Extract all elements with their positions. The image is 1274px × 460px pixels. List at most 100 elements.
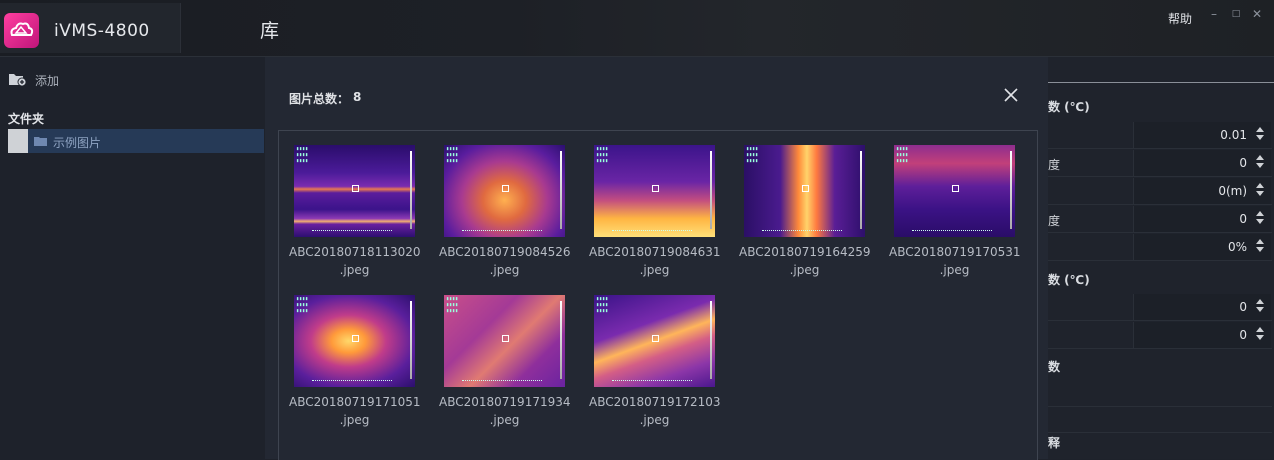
image-filename-ext: .jpeg	[789, 263, 820, 277]
folder-item-label: 示例图片	[53, 136, 102, 150]
minimize-icon[interactable]: –	[1206, 6, 1222, 22]
panel-divider	[1048, 82, 1274, 83]
temperature-scale-bar	[710, 301, 712, 379]
page-title: 库	[260, 20, 280, 42]
parameter-value: 0	[1239, 328, 1247, 342]
parameter-value: 0	[1239, 156, 1247, 170]
measurement-point-icon	[352, 335, 359, 342]
section-title-2: 数 (℃)	[1048, 273, 1090, 287]
image-filename: ABC20180719084526 .jpeg	[439, 243, 571, 279]
spin-arrows-icon[interactable]	[1255, 237, 1265, 257]
parameter-value: 0(m)	[1218, 184, 1247, 198]
image-filename: ABC20180719164259 .jpeg	[739, 243, 871, 279]
temperature-scale-bar	[410, 301, 412, 379]
measurement-point-icon	[952, 185, 959, 192]
parameter-spinbox[interactable]: 0%	[1133, 234, 1271, 260]
temperature-scale-bar	[560, 301, 562, 379]
help-link[interactable]: 帮助	[1168, 10, 1192, 27]
thermal-hud-overlay: ▮▮▮▮ ▮▮▮▮ ▮▮▮▮	[746, 146, 759, 164]
section-title-1: 数 (℃)	[1048, 100, 1090, 114]
thermal-info-strip	[312, 380, 392, 384]
thermal-hud-overlay: ▮▮▮▮ ▮▮▮▮ ▮▮▮▮	[896, 146, 909, 164]
app-name: iVMS-4800	[54, 21, 150, 41]
parameter-row	[1048, 406, 1272, 433]
spin-arrows-icon[interactable]	[1255, 153, 1265, 173]
thermal-info-strip	[312, 230, 392, 234]
app-logo-icon	[4, 13, 39, 48]
parameter-spinbox[interactable]: 0	[1133, 206, 1271, 232]
parameter-spinbox[interactable]: 0(m)	[1133, 178, 1271, 204]
thermal-image-thumbnail[interactable]: ▮▮▮▮ ▮▮▮▮ ▮▮▮▮	[894, 145, 1015, 237]
image-thumbnail-card[interactable]: ▮▮▮▮ ▮▮▮▮ ▮▮▮▮ ABC20180719172103 .jpeg	[589, 295, 721, 435]
image-filename-base: ABC20180719084631	[589, 245, 721, 259]
thermal-image-thumbnail[interactable]: ▮▮▮▮ ▮▮▮▮ ▮▮▮▮	[744, 145, 865, 237]
section-title-3: 数	[1048, 360, 1061, 374]
thermal-hud-overlay: ▮▮▮▮ ▮▮▮▮ ▮▮▮▮	[296, 296, 309, 314]
measurement-point-icon	[802, 185, 809, 192]
image-filename-ext: .jpeg	[939, 263, 970, 277]
image-thumbnail-card[interactable]: ▮▮▮▮ ▮▮▮▮ ▮▮▮▮ ABC20180719171934 .jpeg	[439, 295, 571, 435]
thermal-info-strip	[912, 230, 992, 234]
image-thumbnail-card[interactable]: ▮▮▮▮ ▮▮▮▮ ▮▮▮▮ ABC20180719084631 .jpeg	[589, 145, 721, 285]
parameter-value: 0	[1239, 212, 1247, 226]
image-filename-base: ABC20180719084526	[439, 245, 571, 259]
close-icon[interactable]	[1002, 86, 1020, 104]
folder-heading: 文件夹	[8, 112, 45, 126]
title-bar: iVMS-4800 库 帮助 – □ ✕	[0, 0, 1274, 57]
thermal-image-thumbnail[interactable]: ▮▮▮▮ ▮▮▮▮ ▮▮▮▮	[444, 145, 565, 237]
image-filename-base: ABC20180718113020	[289, 245, 421, 259]
measurement-point-icon	[652, 335, 659, 342]
thermal-image-thumbnail[interactable]: ▮▮▮▮ ▮▮▮▮ ▮▮▮▮	[594, 295, 715, 387]
folder-checkbox[interactable]	[8, 129, 28, 153]
image-filename-base: ABC20180719172103	[589, 395, 721, 409]
thermal-hud-overlay: ▮▮▮▮ ▮▮▮▮ ▮▮▮▮	[596, 296, 609, 314]
image-thumbnail-card[interactable]: ▮▮▮▮ ▮▮▮▮ ▮▮▮▮ ABC20180719164259 .jpeg	[739, 145, 871, 285]
image-thumbnail-card[interactable]: ▮▮▮▮ ▮▮▮▮ ▮▮▮▮ ABC20180718113020 .jpeg	[289, 145, 421, 285]
image-filename: ABC20180718113020 .jpeg	[289, 243, 421, 279]
image-filename: ABC20180719170531 .jpeg	[889, 243, 1021, 279]
image-filename-base: ABC20180719171934	[439, 395, 571, 409]
thermal-hud-overlay: ▮▮▮▮ ▮▮▮▮ ▮▮▮▮	[596, 146, 609, 164]
parameter-row: 0%	[1048, 234, 1272, 261]
parameter-label: 度	[1048, 158, 1061, 172]
image-filename-ext: .jpeg	[639, 263, 670, 277]
image-filename-ext: .jpeg	[339, 413, 370, 427]
thermal-hud-overlay: ▮▮▮▮ ▮▮▮▮ ▮▮▮▮	[446, 296, 459, 314]
logo-area: iVMS-4800	[0, 3, 181, 53]
sidebar-item-sample-images[interactable]: 示例图片	[8, 129, 264, 153]
parameter-value: 0	[1239, 300, 1247, 314]
add-folder-icon	[9, 74, 27, 87]
spin-arrows-icon[interactable]	[1255, 125, 1265, 145]
image-filename: ABC20180719172103 .jpeg	[589, 393, 721, 429]
thermal-image-thumbnail[interactable]: ▮▮▮▮ ▮▮▮▮ ▮▮▮▮	[294, 295, 415, 387]
image-thumbnail-card[interactable]: ▮▮▮▮ ▮▮▮▮ ▮▮▮▮ ABC20180719170531 .jpeg	[889, 145, 1021, 285]
thermal-image-thumbnail[interactable]: ▮▮▮▮ ▮▮▮▮ ▮▮▮▮	[594, 145, 715, 237]
parameter-row: 度0	[1048, 150, 1272, 177]
spin-arrows-icon[interactable]	[1255, 297, 1265, 317]
parameter-spinbox[interactable]: 0	[1133, 150, 1271, 176]
parameter-label: 度	[1048, 214, 1061, 228]
thermal-image-thumbnail[interactable]: ▮▮▮▮ ▮▮▮▮ ▮▮▮▮	[444, 295, 565, 387]
maximize-icon[interactable]: □	[1228, 6, 1244, 22]
image-list-dialog: 图片总数： 8 ▮▮▮▮ ▮▮▮▮ ▮▮▮▮ ABC20180718113020 .jp…	[265, 57, 1048, 460]
thermal-info-strip	[612, 380, 692, 384]
parameter-panel: 数 (℃) 数 (℃) 数 释 0.01 度 0 0(m) 度 0 0% 0 0	[1038, 57, 1274, 459]
measurement-point-icon	[652, 185, 659, 192]
parameter-spinbox[interactable]: 0	[1133, 322, 1271, 348]
close-window-icon[interactable]: ✕	[1249, 6, 1265, 22]
section-title-4: 释	[1048, 436, 1061, 450]
parameter-spinbox[interactable]: 0.01	[1133, 122, 1271, 148]
image-filename: ABC20180719171051 .jpeg	[289, 393, 421, 429]
temperature-scale-bar	[710, 151, 712, 229]
parameter-row	[1048, 380, 1272, 407]
thermal-image-thumbnail[interactable]: ▮▮▮▮ ▮▮▮▮ ▮▮▮▮	[294, 145, 415, 237]
thermal-info-strip	[762, 230, 842, 234]
spin-arrows-icon[interactable]	[1255, 181, 1265, 201]
parameter-spinbox[interactable]: 0	[1133, 294, 1271, 320]
thermal-hud-overlay: ▮▮▮▮ ▮▮▮▮ ▮▮▮▮	[446, 146, 459, 164]
image-thumbnail-card[interactable]: ▮▮▮▮ ▮▮▮▮ ▮▮▮▮ ABC20180719084526 .jpeg	[439, 145, 571, 285]
image-thumbnail-card[interactable]: ▮▮▮▮ ▮▮▮▮ ▮▮▮▮ ABC20180719171051 .jpeg	[289, 295, 421, 435]
spin-arrows-icon[interactable]	[1255, 209, 1265, 229]
parameter-row: 度0	[1048, 206, 1272, 233]
spin-arrows-icon[interactable]	[1255, 325, 1265, 345]
